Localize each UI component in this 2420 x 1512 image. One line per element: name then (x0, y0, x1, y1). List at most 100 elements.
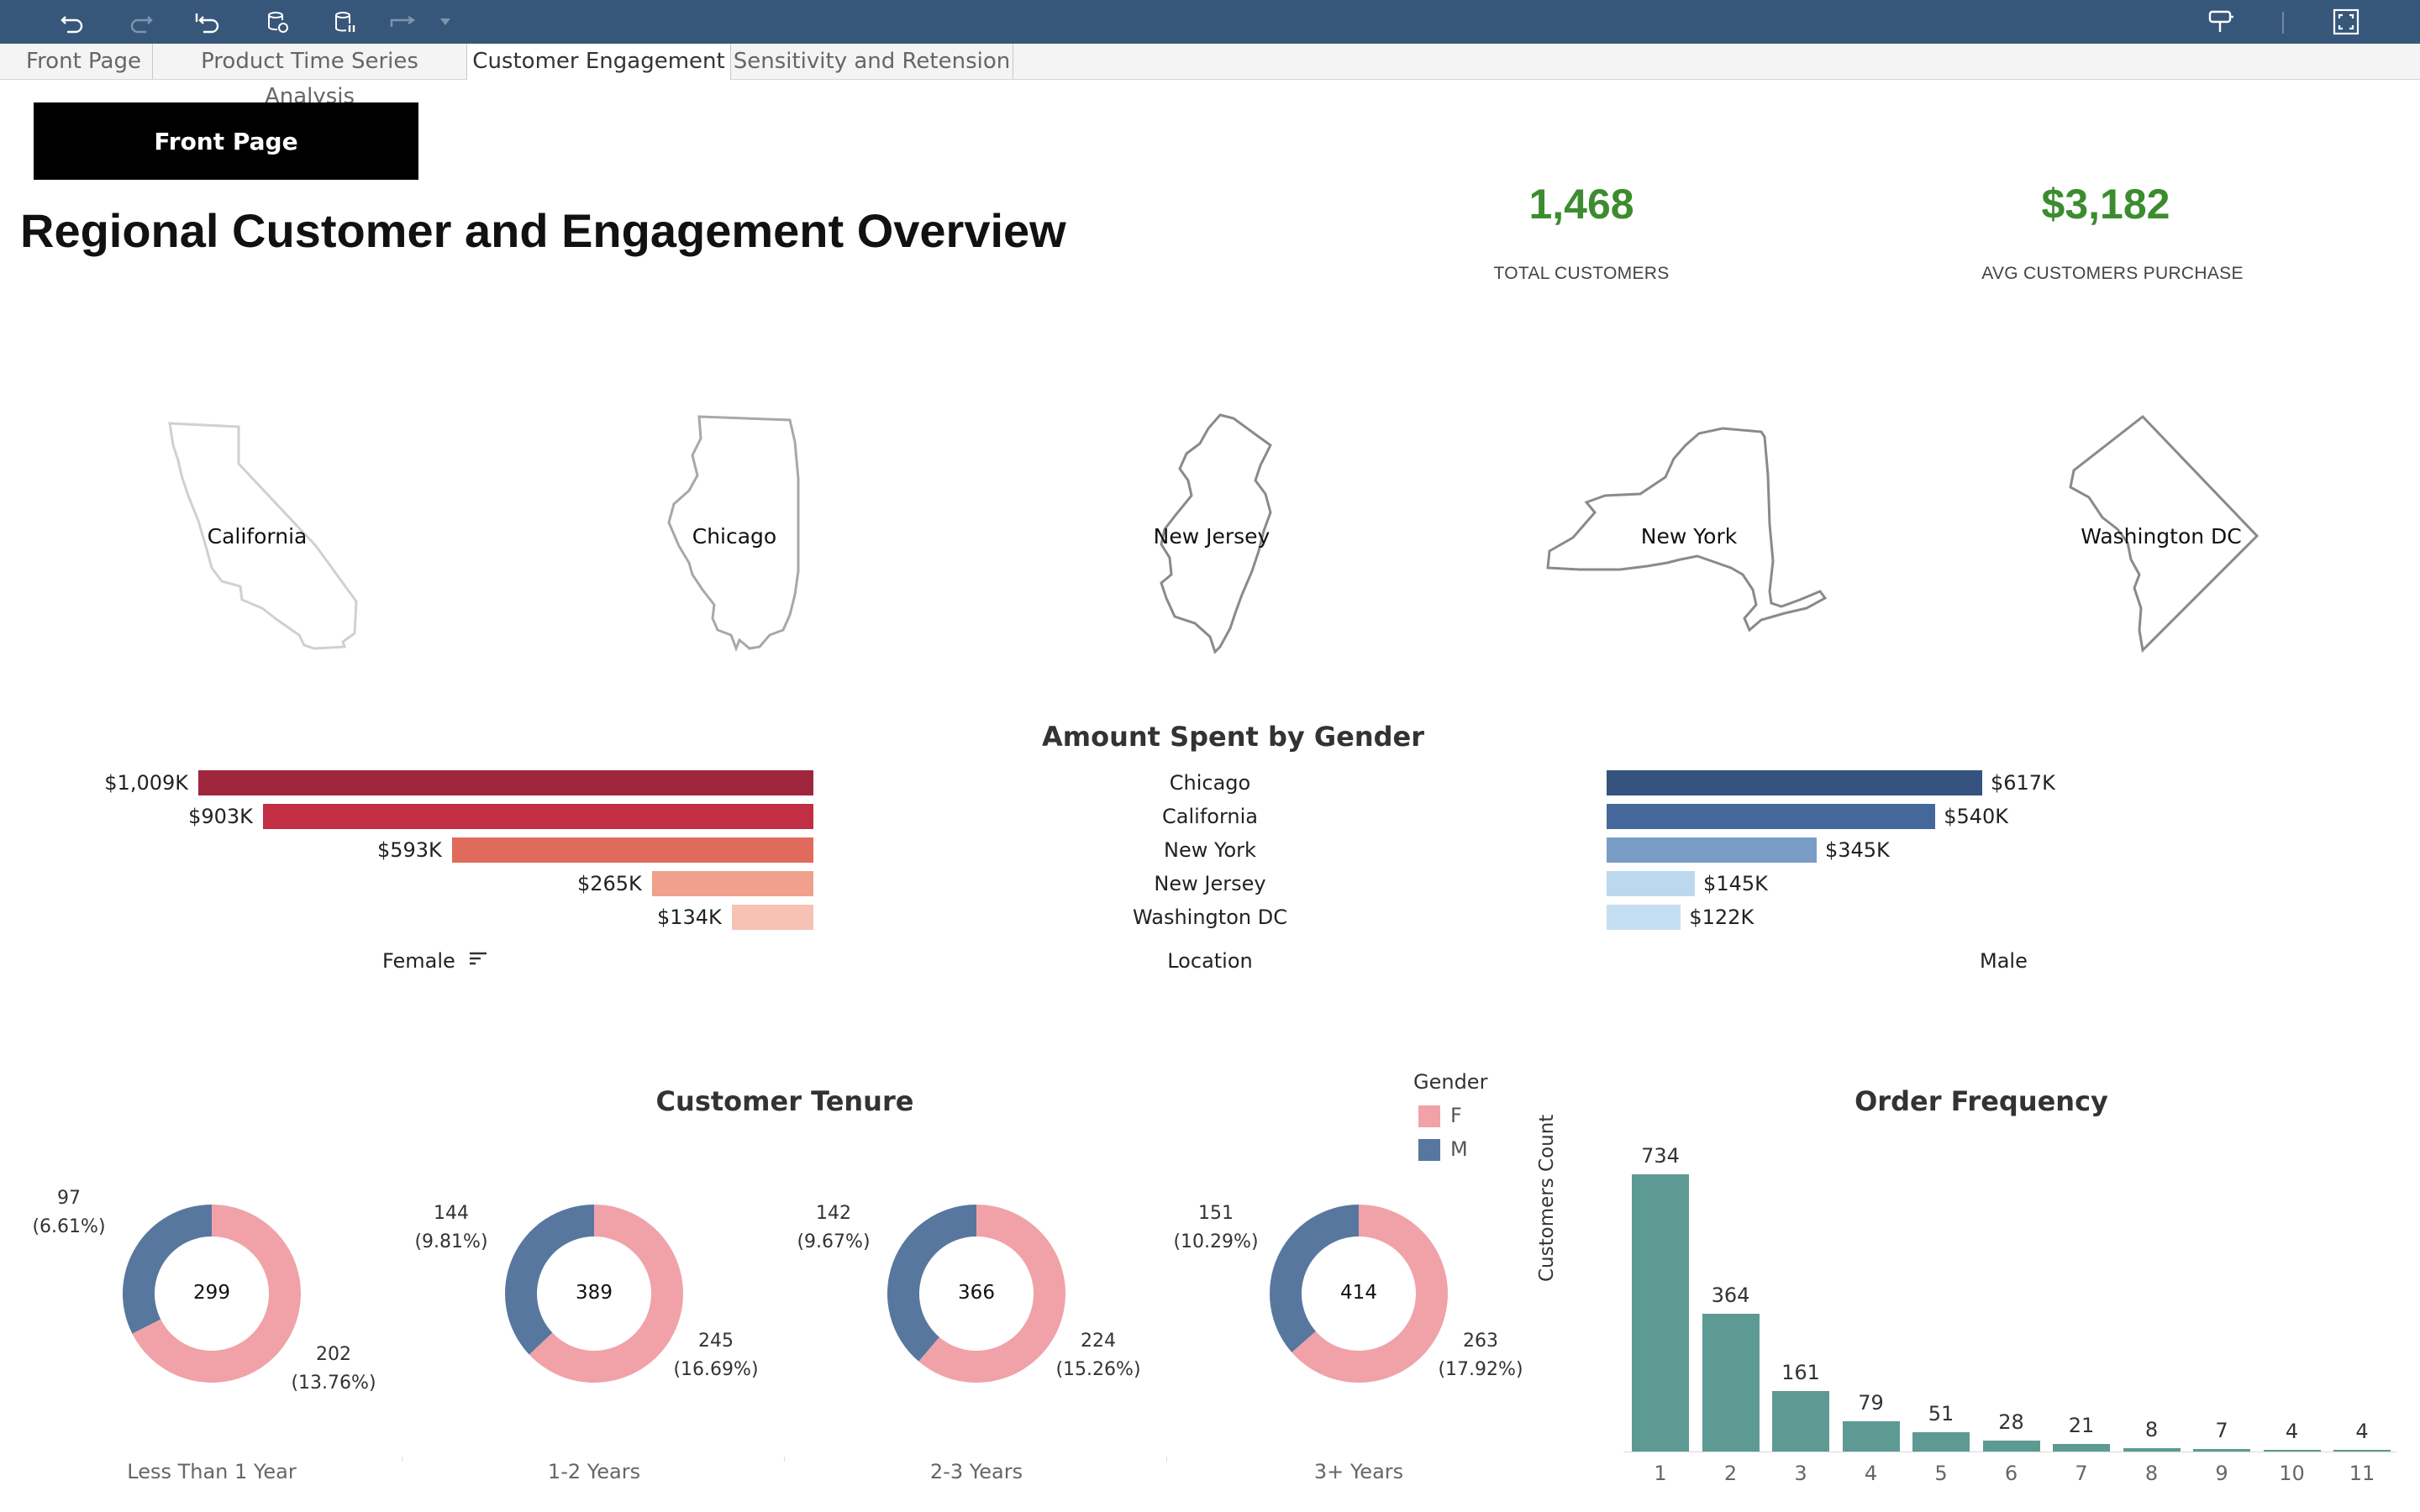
donut-slice-m-1-2-years[interactable] (505, 1205, 594, 1355)
order-frequency-tick-4: 4 (1864, 1462, 1878, 1485)
female-value-new-jersey: $265K (576, 872, 642, 895)
donut-category-3-years: 3+ Years (1313, 1460, 1404, 1483)
female-bar-chicago[interactable] (198, 770, 813, 795)
order-frequency-bar-2[interactable] (1702, 1314, 1760, 1452)
order-frequency-bar-3[interactable] (1772, 1390, 1829, 1452)
legend-item-f[interactable]: F (1418, 1104, 1462, 1127)
fullscreen-icon[interactable] (2331, 7, 2361, 37)
map-california[interactable]: California (97, 403, 417, 672)
legend-label-f: F (1450, 1104, 1462, 1127)
dropdown-icon[interactable] (434, 7, 464, 37)
location-label-new-york: New York (1164, 838, 1256, 862)
donut-total-less-than-1-year: 299 (193, 1282, 230, 1304)
donut-m-label-less-than-1-year: 97 (6.61%) (32, 1188, 106, 1237)
order-frequency-bar-1[interactable] (1632, 1174, 1689, 1452)
map-chicago[interactable]: Chicago (575, 403, 894, 672)
location-label-chicago: Chicago (1169, 771, 1251, 795)
order-frequency-tick-9: 9 (2215, 1462, 2228, 1485)
order-frequency-tick-10: 10 (2279, 1462, 2305, 1485)
order-frequency-value-6: 28 (1998, 1410, 2024, 1435)
order-frequency-bar-4[interactable] (1842, 1421, 1900, 1452)
male-value-new-jersey: $145K (1703, 872, 1768, 895)
order-frequency-value-9: 7 (2215, 1418, 2228, 1442)
order-frequency-tick-8: 8 (2144, 1462, 2159, 1485)
donut-f-label-2-3-years: 224 (15.26%) (1055, 1331, 1141, 1380)
tenure-title: Customer Tenure (655, 1085, 914, 1117)
kpi-avg-purchase-value: $3,182 (2041, 181, 2170, 228)
donut-m-label-3-years: 151 (10.29%) (1173, 1203, 1259, 1252)
kpi-total-customers-value: 1,468 (1528, 181, 1634, 228)
gender-spend-title: Amount Spent by Gender (1042, 721, 1425, 753)
toolbar (0, 0, 2420, 44)
order-frequency-value-7: 21 (2068, 1413, 2095, 1437)
order-frequency-bar-8[interactable] (2123, 1448, 2181, 1452)
male-bar-chicago[interactable] (1607, 770, 1982, 795)
map-washington-dc[interactable]: Washington DC (2002, 403, 2321, 672)
donut-f-label-3-years: 263 (17.92%) (1438, 1331, 1523, 1380)
kpi-avg-purchase-label: AVG CUSTOMERS PURCHASE (1981, 264, 2244, 283)
donut-slice-m-less-than-1-year[interactable] (122, 1205, 212, 1334)
gender-legend-title: Gender (1413, 1070, 1488, 1094)
location-label-washington-dc: Washington DC (1133, 906, 1287, 929)
legend-item-m[interactable]: M (1418, 1137, 1468, 1161)
map-label-new-jersey: New Jersey (1153, 524, 1270, 549)
male-bar-california[interactable] (1607, 804, 1936, 829)
revert-icon[interactable] (192, 7, 222, 37)
female-bar-california[interactable] (262, 804, 813, 829)
front-page-button[interactable]: Front Page (34, 102, 418, 180)
male-bar-washington-dc[interactable] (1607, 905, 1681, 930)
female-bar-new-york[interactable] (451, 837, 813, 863)
tab-front-page[interactable]: Front Page (15, 44, 153, 79)
order-frequency-tick-3: 3 (1794, 1462, 1807, 1485)
donut-total-3-years: 414 (1340, 1282, 1377, 1304)
order-frequency-tick-1: 1 (1654, 1462, 1667, 1485)
female-value-california: $903K (188, 805, 253, 828)
refresh-datasource-icon[interactable] (262, 7, 292, 37)
sort-icon[interactable] (468, 949, 490, 974)
order-frequency-ylabel: Customers Count (1536, 1114, 1558, 1282)
donut-slice-m-3-years[interactable] (1270, 1205, 1359, 1352)
map-new-york[interactable]: New York (1529, 403, 1849, 672)
female-bar-washington-dc[interactable] (731, 905, 813, 930)
male-bar-new-jersey[interactable] (1607, 871, 1696, 896)
order-frequency-bar-7[interactable] (2053, 1443, 2110, 1452)
location-label-california: California (1162, 805, 1258, 828)
map-label-washington-dc: Washington DC (2081, 524, 2242, 549)
map-label-chicago: Chicago (692, 524, 777, 549)
map-new-jersey[interactable]: New Jersey (1052, 403, 1371, 672)
tab-product-time-series-analysis[interactable]: Product Time Series Analysis (153, 44, 467, 109)
order-frequency-value-4: 79 (1858, 1391, 1884, 1415)
donut-category-1-2-years: 1-2 Years (547, 1460, 641, 1483)
female-value-new-york: $593K (376, 838, 442, 862)
order-frequency-value-5: 51 (1928, 1402, 1954, 1426)
order-frequency-value-10: 4 (2285, 1420, 2299, 1443)
male-bar-new-york[interactable] (1607, 837, 1817, 863)
order-frequency-bar-5[interactable] (1912, 1432, 1970, 1452)
share-icon[interactable] (388, 7, 418, 37)
male-value-washington-dc: $122K (1689, 906, 1754, 929)
female-caption: Female (382, 949, 455, 973)
order-frequency-tick-6: 6 (2004, 1462, 2018, 1485)
order-frequency-value-2: 364 (1711, 1284, 1750, 1308)
female-axis-caption: Female (382, 949, 490, 974)
pause-updates-icon[interactable] (329, 7, 360, 37)
redo-icon[interactable] (126, 7, 156, 37)
order-frequency-value-11: 4 (2355, 1420, 2369, 1443)
order-frequency-bar-9[interactable] (2193, 1448, 2250, 1452)
undo-icon[interactable] (57, 7, 87, 37)
tab-sensitivity-and-retension[interactable]: Sensitivity and Retension (731, 44, 1013, 79)
tab-customer-engagement[interactable]: Customer Engagement (467, 44, 731, 80)
tab-bar: Front Page Product Time Series Analysis … (0, 44, 2420, 109)
map-label-california: California (207, 524, 308, 549)
order-frequency-tick-7: 7 (2075, 1462, 2088, 1485)
legend-swatch-m (1418, 1139, 1440, 1161)
order-frequency-bar-10[interactable] (2263, 1450, 2321, 1452)
order-frequency-bar-11[interactable] (2333, 1450, 2391, 1452)
order-frequency-tick-5: 5 (1934, 1462, 1948, 1485)
highlight-icon[interactable] (2207, 7, 2237, 37)
order-frequency-bar-6[interactable] (1982, 1441, 2040, 1452)
legend-label-m: M (1450, 1137, 1468, 1161)
male-value-new-york: $345K (1824, 838, 1890, 862)
female-bar-new-jersey[interactable] (651, 871, 813, 896)
donut-m-label-2-3-years: 142 (9.67%) (797, 1203, 871, 1252)
